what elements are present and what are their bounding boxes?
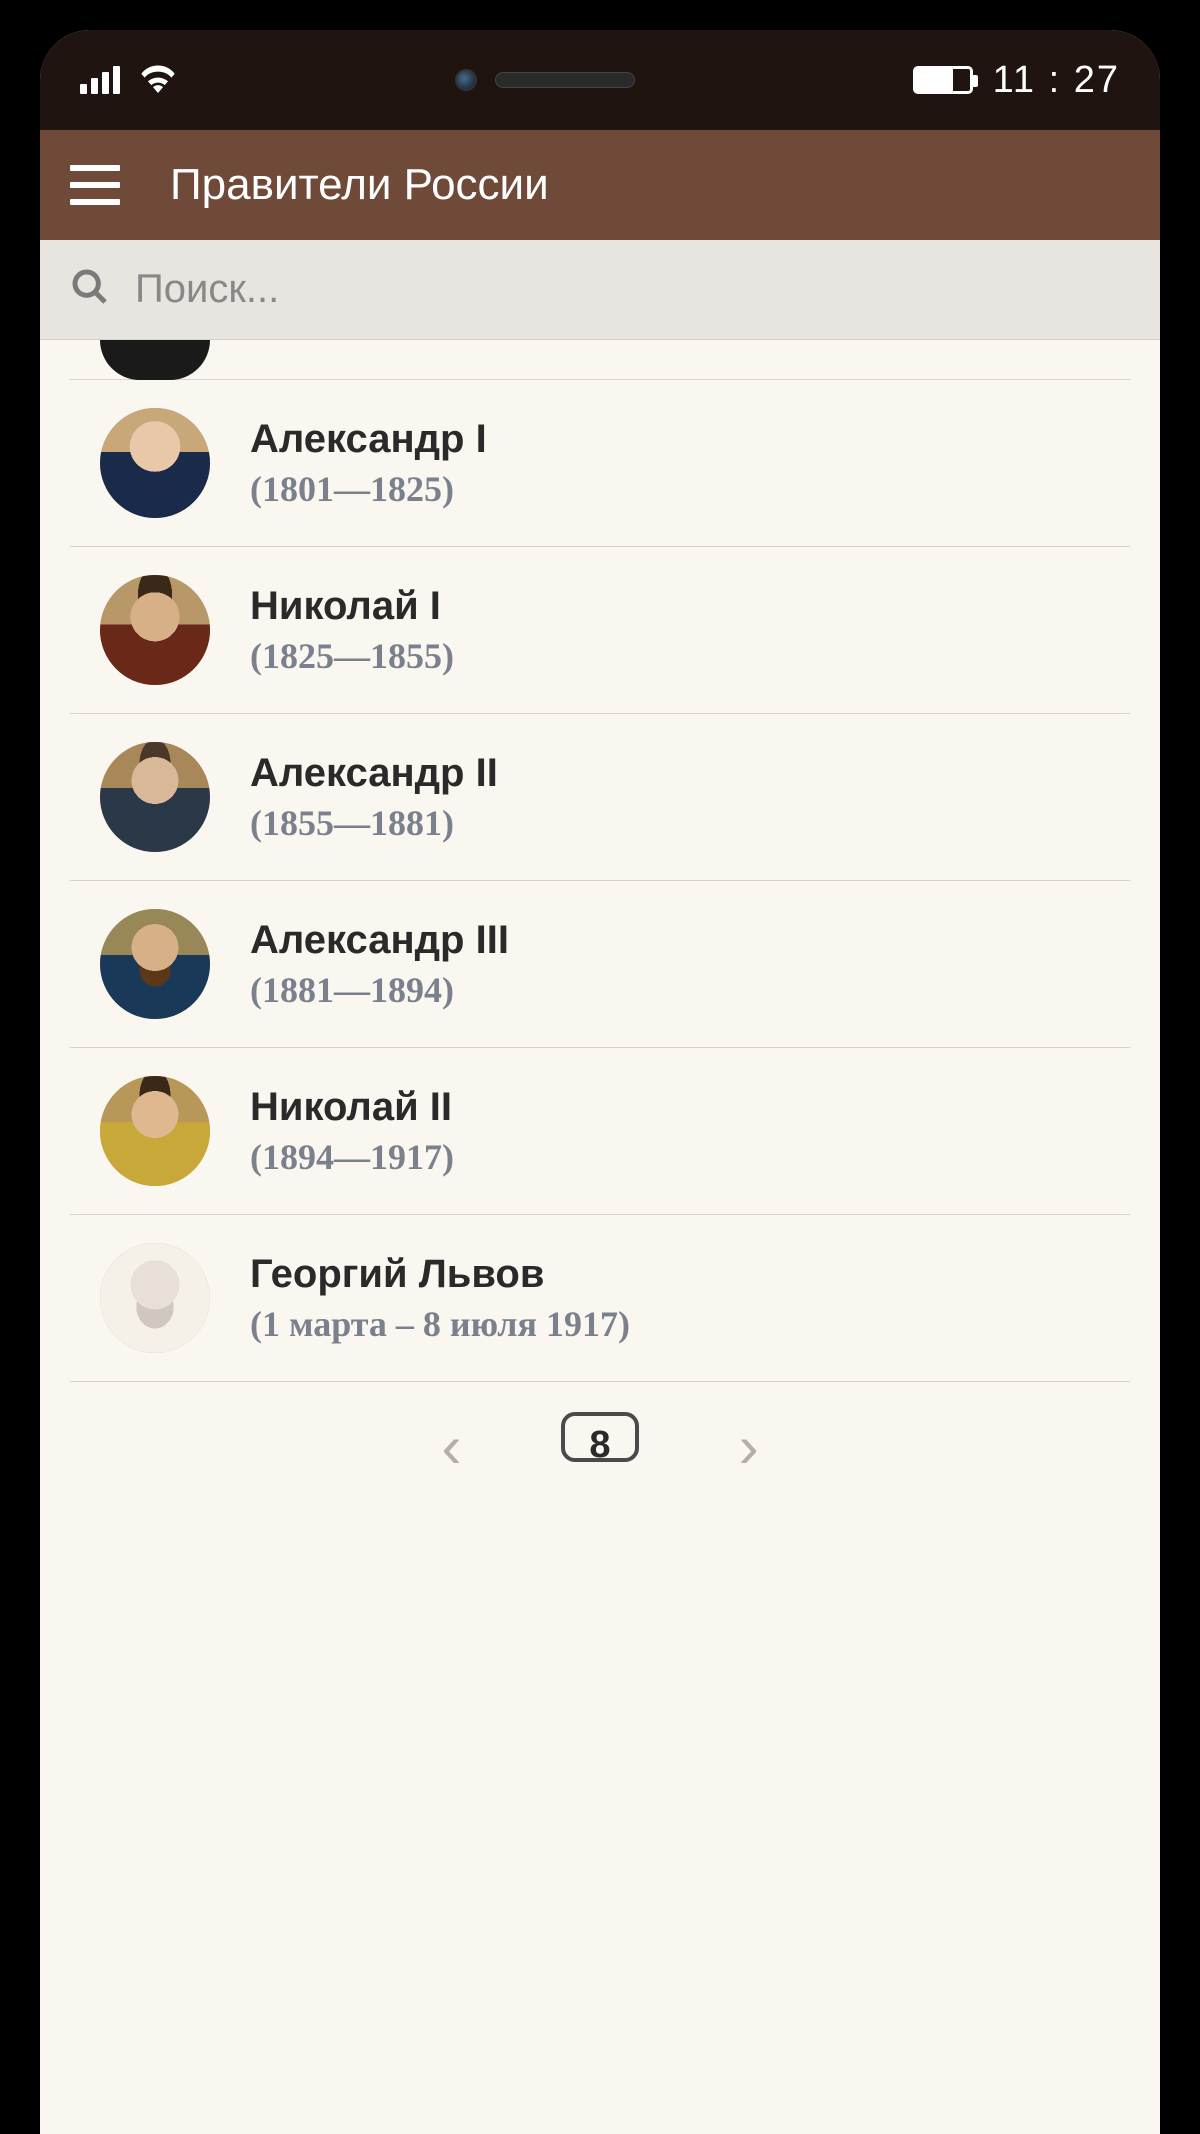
search-input[interactable] — [135, 267, 1130, 312]
list-item[interactable]: Георгий Львов (1 марта – 8 июля 1917) — [70, 1215, 1130, 1382]
item-text: Александр III (1881—1894) — [250, 918, 1100, 1011]
page-number[interactable]: 8 — [561, 1412, 638, 1462]
search-bar[interactable] — [40, 240, 1160, 340]
wifi-icon — [138, 63, 178, 98]
prev-page-button[interactable]: ‹ — [441, 1412, 461, 1481]
ruler-name: Александр I — [250, 417, 1100, 462]
ruler-years: (1881—1894) — [250, 969, 1100, 1011]
ruler-name: Александр III — [250, 918, 1100, 963]
ruler-years: (1801—1825) — [250, 468, 1100, 510]
camera-dot — [455, 69, 477, 91]
item-text: Георгий Львов (1 марта – 8 июля 1917) — [250, 1252, 1100, 1345]
pager: ‹ 8 › — [40, 1382, 1160, 1481]
ruler-years: (1855—1881) — [250, 802, 1100, 844]
ruler-list[interactable]: Александр I (1801—1825) Николай I (1825—185… — [40, 340, 1160, 1382]
avatar — [100, 575, 210, 685]
list-item[interactable]: Николай I (1825—1855) — [70, 547, 1130, 714]
app-header: Правители России — [40, 130, 1160, 240]
item-text: Николай II (1894—1917) — [250, 1085, 1100, 1178]
screen: 11 : 27 Правители России Александр I (180… — [40, 30, 1160, 2134]
speaker-slot — [495, 72, 635, 88]
ruler-years: (1894—1917) — [250, 1136, 1100, 1178]
avatar — [100, 1076, 210, 1186]
item-text: Николай I (1825—1855) — [250, 584, 1100, 677]
search-icon — [70, 267, 110, 312]
menu-button[interactable] — [70, 165, 120, 205]
clock: 11 : 27 — [993, 59, 1120, 102]
ruler-years: (1825—1855) — [250, 635, 1100, 677]
list-item[interactable]: Александр II (1855—1881) — [70, 714, 1130, 881]
avatar — [100, 1243, 210, 1353]
ruler-years: (1 марта – 8 июля 1917) — [250, 1303, 1100, 1345]
phone-frame: 11 : 27 Правители России Александр I (180… — [0, 0, 1200, 2134]
list-item-partial[interactable] — [70, 340, 1130, 380]
signal-icon — [80, 66, 120, 94]
battery-icon — [913, 66, 973, 94]
avatar — [100, 408, 210, 518]
list-item[interactable]: Николай II (1894—1917) — [70, 1048, 1130, 1215]
item-text: Александр II (1855—1881) — [250, 751, 1100, 844]
avatar — [100, 742, 210, 852]
ruler-name: Александр II — [250, 751, 1100, 796]
avatar — [100, 340, 210, 380]
status-bar: 11 : 27 — [40, 30, 1160, 130]
next-page-button[interactable]: › — [739, 1412, 759, 1481]
list-item[interactable]: Александр I (1801—1825) — [70, 380, 1130, 547]
item-text: Александр I (1801—1825) — [250, 417, 1100, 510]
ruler-name: Георгий Львов — [250, 1252, 1100, 1297]
ruler-name: Николай I — [250, 584, 1100, 629]
avatar — [100, 909, 210, 1019]
app-title: Правители России — [170, 160, 549, 210]
ruler-name: Николай II — [250, 1085, 1100, 1130]
list-item[interactable]: Александр III (1881—1894) — [70, 881, 1130, 1048]
